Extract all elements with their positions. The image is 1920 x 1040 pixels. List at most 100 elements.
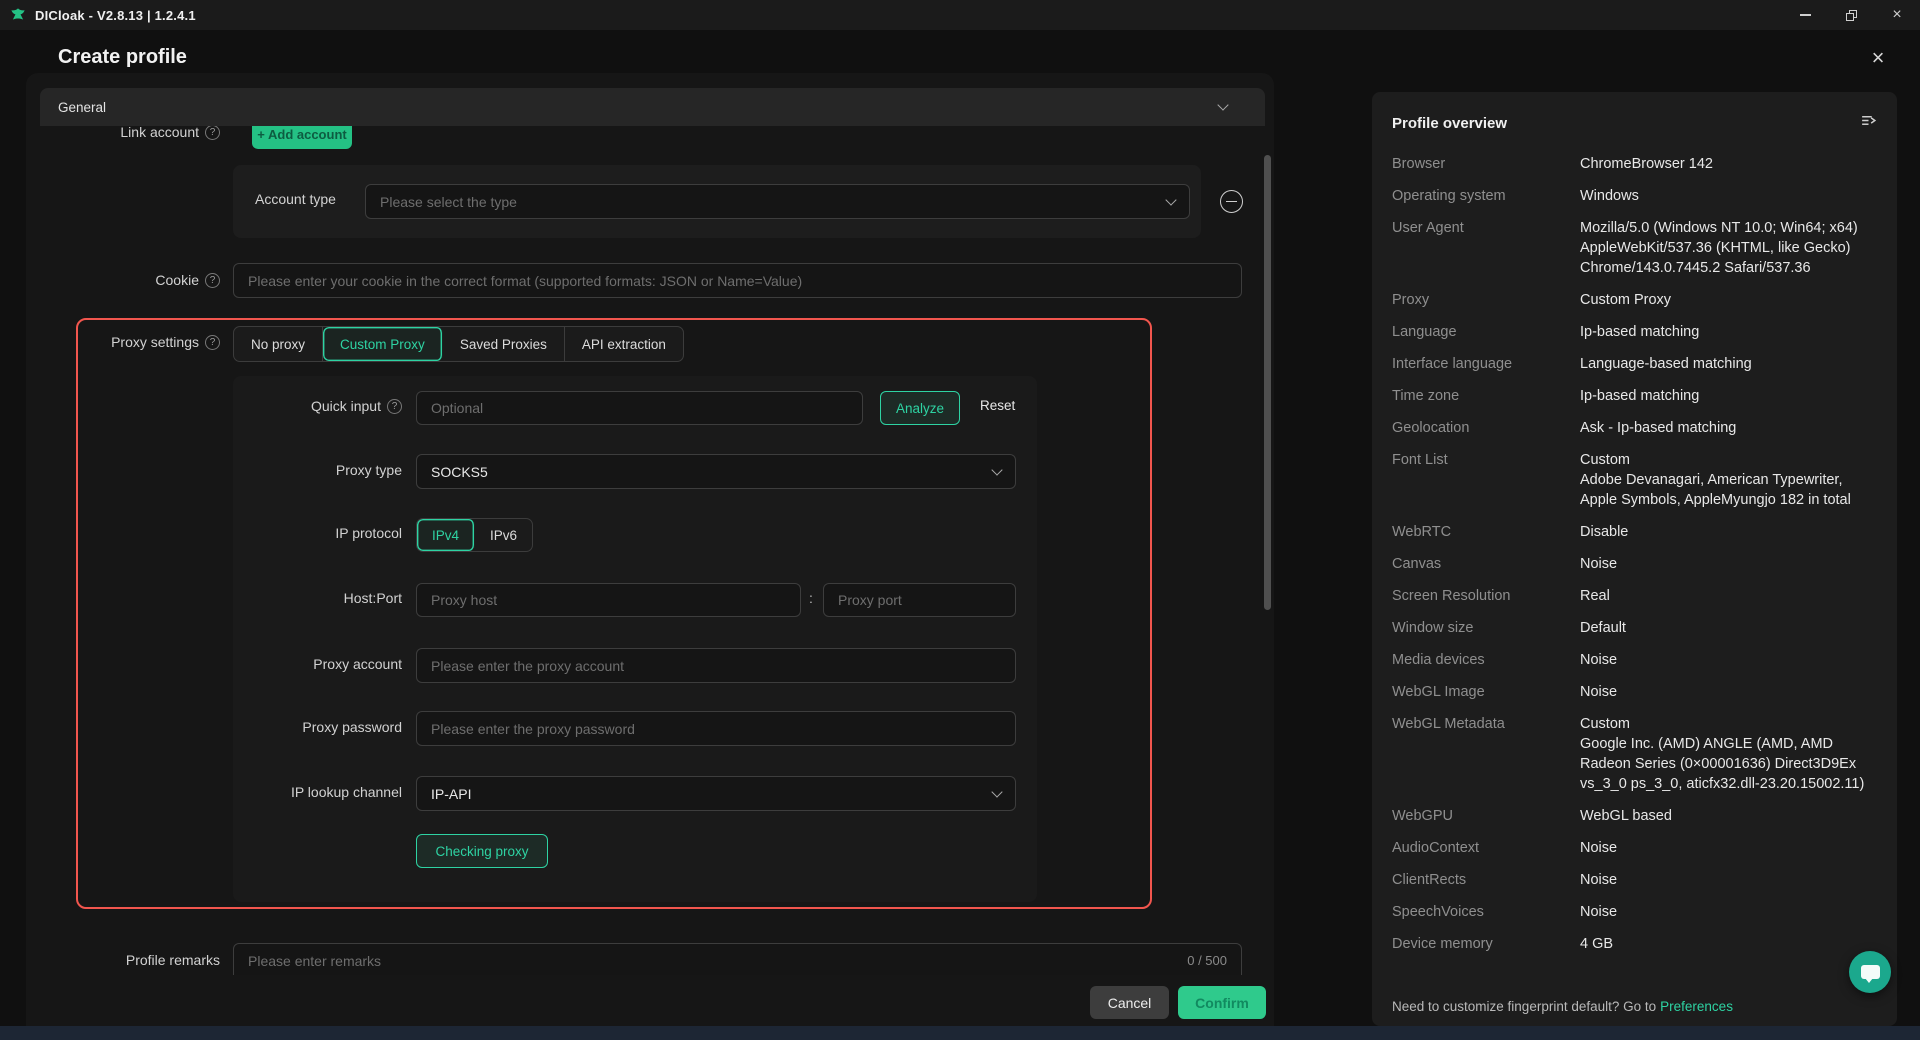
overview-row-value: WebGL based xyxy=(1580,808,1672,824)
dialog-close-button[interactable]: × xyxy=(1864,44,1892,72)
proxy-port-input[interactable]: Proxy port xyxy=(823,583,1016,617)
quick-input-field[interactable]: Optional xyxy=(416,391,863,425)
add-account-button[interactable]: + Add account xyxy=(252,126,352,149)
overview-row-value: ChromeBrowser 142 xyxy=(1580,156,1713,172)
help-icon[interactable]: ? xyxy=(387,398,402,414)
overview-row-label: User Agent xyxy=(1392,220,1464,236)
account-type-select[interactable]: Please select the type xyxy=(365,184,1190,219)
overview-row: Canvas Noise xyxy=(1392,554,1877,574)
overview-row: Time zone Ip-based matching xyxy=(1392,386,1877,406)
titlebar: DICloak - V2.8.13 | 1.2.4.1 × xyxy=(0,0,1920,30)
overview-row-label: Device memory xyxy=(1392,936,1493,952)
overview-row-value: Mozilla/5.0 (Windows NT 10.0; Win64; x64… xyxy=(1580,220,1858,276)
proxy-mode-tab[interactable]: API extraction xyxy=(565,327,683,361)
form-scroll-area: Link account ? + Add account Account typ… xyxy=(26,126,1274,975)
help-icon[interactable]: ? xyxy=(205,272,220,288)
checking-proxy-button[interactable]: Checking proxy xyxy=(416,834,548,868)
ip-protocol-option[interactable]: IPv4 xyxy=(417,519,476,551)
proxy-mode-tab[interactable]: Custom Proxy xyxy=(323,327,443,361)
overview-row: WebGL Image Noise xyxy=(1392,682,1877,702)
overview-footer: Need to customize fingerprint default? G… xyxy=(1392,999,1733,1014)
account-type-label: Account type xyxy=(255,191,336,207)
remarks-char-counter: 0 / 500 xyxy=(1187,953,1227,968)
overview-row-value: Custom Proxy xyxy=(1580,292,1672,308)
overview-row-label: Operating system xyxy=(1392,188,1506,204)
overview-row-value: Noise xyxy=(1580,652,1618,668)
help-icon[interactable]: ? xyxy=(205,334,220,350)
ip-protocol-label: IP protocol xyxy=(335,525,402,541)
collapse-panel-icon[interactable] xyxy=(1860,112,1877,134)
overview-row: Media devices Noise xyxy=(1392,650,1877,670)
cookie-input[interactable]: Please enter your cookie in the correct … xyxy=(233,263,1242,298)
window-controls: × xyxy=(1782,0,1920,30)
reset-button[interactable]: Reset xyxy=(980,398,1015,413)
proxy-password-label: Proxy password xyxy=(302,719,402,735)
close-icon: × xyxy=(1871,45,1885,70)
quick-input-label: Quick input ? xyxy=(233,398,402,414)
minimize-icon xyxy=(1799,14,1811,16)
overview-row: Device memory 4 GB xyxy=(1392,934,1877,954)
overview-row: Proxy Custom Proxy xyxy=(1392,290,1877,310)
close-window-icon: × xyxy=(1892,6,1902,23)
overview-row-value: Ip-based matching xyxy=(1580,388,1700,404)
proxy-password-input[interactable]: Please enter the proxy password xyxy=(416,711,1016,746)
overview-row-label: Geolocation xyxy=(1392,420,1470,436)
overview-row-label: Time zone xyxy=(1392,388,1460,404)
overview-row-label: Browser xyxy=(1392,156,1446,172)
restore-button[interactable] xyxy=(1828,0,1874,30)
section-header-general[interactable]: General xyxy=(40,88,1265,126)
overview-row-label: SpeechVoices xyxy=(1392,904,1484,920)
overview-row: Screen Resolution Real xyxy=(1392,586,1877,606)
overview-row-label: Font List xyxy=(1392,452,1448,468)
profile-overview-title: Profile overview xyxy=(1392,114,1508,132)
close-window-button[interactable]: × xyxy=(1874,0,1920,30)
profile-overview-panel: Profile overview Browser ChromeBrowser 1… xyxy=(1372,92,1897,1026)
ip-lookup-channel-label: IP lookup channel xyxy=(290,784,402,800)
proxy-account-label: Proxy account xyxy=(313,656,402,672)
account-type-panel: Account type Please select the type xyxy=(233,165,1201,238)
overview-row-value: Noise xyxy=(1580,840,1618,856)
ip-lookup-channel-select[interactable]: IP-API xyxy=(416,776,1016,811)
app-window: DICloak - V2.8.13 | 1.2.4.1 × Create pro… xyxy=(0,0,1920,1040)
ip-protocol-toggle: IPv4 IPv6 xyxy=(416,518,534,552)
overview-row: WebGL Metadata Custom Google Inc. (AMD) … xyxy=(1392,714,1877,794)
confirm-button[interactable]: Confirm xyxy=(1178,986,1266,1019)
overview-row-value: Disable xyxy=(1580,524,1629,540)
minus-icon xyxy=(1226,200,1237,203)
proxy-host-input[interactable]: Proxy host xyxy=(416,583,801,617)
minimize-button[interactable] xyxy=(1782,0,1828,30)
overview-rows: Browser ChromeBrowser 142 Operating syst… xyxy=(1392,154,1877,954)
proxy-account-input[interactable]: Please enter the proxy account xyxy=(416,648,1016,683)
cookie-label: Cookie ? xyxy=(26,272,220,288)
overview-row-label: WebRTC xyxy=(1392,524,1452,540)
support-chat-button[interactable] xyxy=(1849,951,1891,993)
host-port-label: Host:Port xyxy=(343,590,402,606)
profile-remarks-input[interactable]: Please enter remarks 0 / 500 xyxy=(233,943,1242,975)
proxy-type-label: Proxy type xyxy=(335,462,402,478)
overview-row: Browser ChromeBrowser 142 xyxy=(1392,154,1877,174)
overview-row-label: Window size xyxy=(1392,620,1474,636)
dialog-scrollbar[interactable] xyxy=(1264,155,1271,610)
help-icon[interactable]: ? xyxy=(205,126,220,140)
proxy-type-select[interactable]: SOCKS5 xyxy=(416,454,1016,489)
ip-protocol-option[interactable]: IPv6 xyxy=(475,519,532,551)
remove-account-button[interactable] xyxy=(1220,190,1243,213)
overview-row: ClientRects Noise xyxy=(1392,870,1877,890)
proxy-mode-tab[interactable]: Saved Proxies xyxy=(443,327,565,361)
chevron-down-icon xyxy=(1165,193,1177,206)
overview-row: Interface language Language-based matchi… xyxy=(1392,354,1877,374)
dialog-footer: Cancel Confirm xyxy=(26,986,1274,1026)
preferences-link[interactable]: Preferences xyxy=(1660,999,1733,1014)
overview-row-label: Media devices xyxy=(1392,652,1485,668)
overview-row-value: Noise xyxy=(1580,684,1618,700)
chevron-down-icon xyxy=(991,463,1003,476)
create-profile-dialog: General Link account ? + Add account Acc… xyxy=(26,73,1274,1026)
analyze-button[interactable]: Analyze xyxy=(880,391,960,425)
overview-row: WebGPU WebGL based xyxy=(1392,806,1877,826)
overview-row-label: Canvas xyxy=(1392,556,1442,572)
overview-row-value: Ask - Ip-based matching xyxy=(1580,420,1737,436)
overview-row-label: WebGL Metadata xyxy=(1392,716,1505,732)
proxy-mode-tab[interactable]: No proxy xyxy=(234,327,324,361)
overview-row: Window size Default xyxy=(1392,618,1877,638)
cancel-button[interactable]: Cancel xyxy=(1090,986,1169,1019)
